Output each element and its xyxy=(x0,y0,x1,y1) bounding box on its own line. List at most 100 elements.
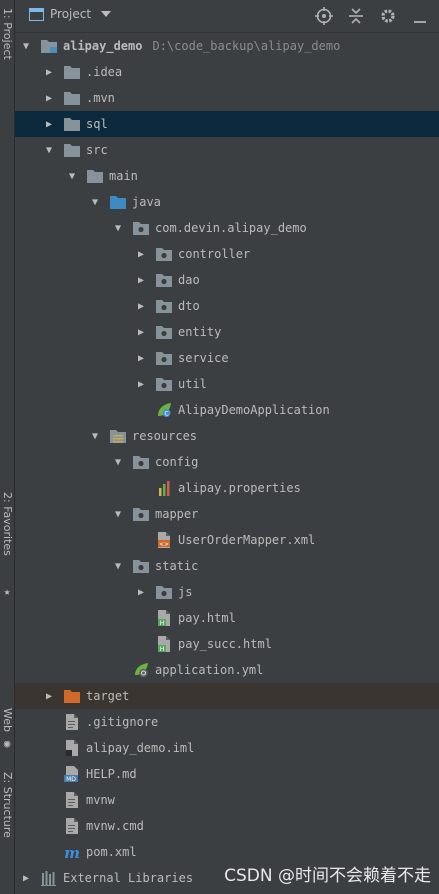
project-title: Project xyxy=(50,7,92,21)
expanded-arrow-icon[interactable]: ▼ xyxy=(113,561,123,572)
tree-row-idea[interactable]: ▶ .idea xyxy=(15,59,439,85)
tab-favorites[interactable]: 2: Favorites xyxy=(0,492,14,587)
spring-app-icon: C xyxy=(156,402,172,418)
tree-row-js[interactable]: ▶ js xyxy=(15,579,439,605)
tree-row-userordermapper-xml[interactable]: <> UserOrderMapper.xml xyxy=(15,527,439,553)
tree-item-label: dto xyxy=(178,299,200,313)
expanded-arrow-icon[interactable]: ▼ xyxy=(44,145,54,156)
tree-row-java[interactable]: ▼ java xyxy=(15,189,439,215)
tree-row-pay-html[interactable]: Hpay.html xyxy=(15,605,439,631)
tree-item-label: External Libraries xyxy=(63,871,194,885)
tree-row-com-devin-alipay-demo[interactable]: ▼ com.devin.alipay_demo xyxy=(15,215,439,241)
maven-file-icon: m xyxy=(64,844,80,860)
tree-row-sql[interactable]: ▶ sql xyxy=(15,111,439,137)
tree-row-src[interactable]: ▼ src xyxy=(15,137,439,163)
package-icon xyxy=(156,246,172,262)
tree-item-label: config xyxy=(155,455,199,469)
collapsed-arrow-icon[interactable]: ▶ xyxy=(136,327,146,338)
collapsed-arrow-icon[interactable]: ▶ xyxy=(21,873,31,884)
tree-item-label: alipay_demo xyxy=(63,39,143,53)
folder-icon xyxy=(64,64,80,80)
tree-row-target[interactable]: ▶ target xyxy=(15,683,439,709)
tree-row-controller[interactable]: ▶ controller xyxy=(15,241,439,267)
expanded-arrow-icon[interactable]: ▼ xyxy=(113,457,123,468)
tree-row-pay-succ-html[interactable]: Hpay_succ.html xyxy=(15,631,439,657)
collapsed-arrow-icon[interactable]: ▶ xyxy=(136,301,146,312)
expanded-arrow-icon[interactable]: ▼ xyxy=(90,197,100,208)
collapsed-arrow-icon[interactable]: ▶ xyxy=(44,93,54,104)
package-icon xyxy=(156,350,172,366)
tree-row-static[interactable]: ▼ static xyxy=(15,553,439,579)
package-icon xyxy=(133,454,149,470)
svg-text:m: m xyxy=(64,844,80,860)
collapsed-arrow-icon[interactable]: ▶ xyxy=(136,275,146,286)
folder-icon xyxy=(87,168,103,184)
tree-row-mvnw[interactable]: mvnw xyxy=(15,787,439,813)
tree-row-service[interactable]: ▶ service xyxy=(15,345,439,371)
package-icon xyxy=(156,298,172,314)
tree-row-main[interactable]: ▼ main xyxy=(15,163,439,189)
tab-project[interactable]: 1: Project xyxy=(0,8,14,100)
expanded-arrow-icon[interactable]: ▼ xyxy=(67,171,77,182)
expanded-arrow-icon[interactable]: ▼ xyxy=(90,431,100,442)
tree-row-resources[interactable]: ▼ resources xyxy=(15,423,439,449)
tree-row-alipay-demo-iml[interactable]: alipay_demo.iml xyxy=(15,735,439,761)
tree-row-mapper[interactable]: ▼ mapper xyxy=(15,501,439,527)
left-tool-strip: 1: Project 2: Favorites ★ Web ◉ Z: Struc… xyxy=(0,0,15,894)
tree-row-application-yml[interactable]: application.yml xyxy=(15,657,439,683)
project-view-selector[interactable]: Project xyxy=(29,7,112,21)
html-file-icon: H xyxy=(156,610,172,626)
collapsed-arrow-icon[interactable]: ▶ xyxy=(44,119,54,130)
globe-icon: ◉ xyxy=(3,737,11,750)
tab-structure[interactable]: Z: Structure xyxy=(0,772,14,862)
locate-icon[interactable] xyxy=(313,5,335,27)
collapsed-arrow-icon[interactable]: ▶ xyxy=(136,353,146,364)
tab-web[interactable]: Web xyxy=(0,708,14,738)
collapsed-arrow-icon[interactable]: ▶ xyxy=(136,249,146,260)
libraries-icon xyxy=(41,870,57,886)
text-file-icon xyxy=(64,714,80,730)
tree-row-dao[interactable]: ▶ dao xyxy=(15,267,439,293)
tree-row-entity[interactable]: ▶ entity xyxy=(15,319,439,345)
expanded-arrow-icon[interactable]: ▼ xyxy=(21,41,31,52)
tree-item-label: resources xyxy=(132,429,198,443)
expanded-arrow-icon[interactable]: ▼ xyxy=(113,509,123,520)
module-path: D:\code_backup\alipay_demo xyxy=(152,39,341,53)
expanded-arrow-icon[interactable]: ▼ xyxy=(113,223,123,234)
tree-row-dto[interactable]: ▶ dto xyxy=(15,293,439,319)
svg-text:H: H xyxy=(160,646,165,652)
tree-row-alipaydemoapplication[interactable]: C AlipayDemoApplication xyxy=(15,397,439,423)
project-tree: ▼ alipay_demo D:\code_backup\alipay_demo ▶.… xyxy=(15,33,439,894)
resources-folder-icon xyxy=(110,428,126,444)
tree-row-alipay-properties[interactable]: alipay.properties xyxy=(15,475,439,501)
package-icon xyxy=(133,506,149,522)
collapsed-arrow-icon[interactable]: ▶ xyxy=(44,67,54,78)
tree-row-util[interactable]: ▶ util xyxy=(15,371,439,397)
tree-row-mvn[interactable]: ▶ .mvn xyxy=(15,85,439,111)
folder-icon xyxy=(64,142,80,158)
collapsed-arrow-icon[interactable]: ▶ xyxy=(136,379,146,390)
tree-item-label: mapper xyxy=(155,507,199,521)
tree-item-label: sql xyxy=(86,117,108,131)
svg-text:H: H xyxy=(160,620,165,626)
tree-row-mvnw-cmd[interactable]: mvnw.cmd xyxy=(15,813,439,839)
module-folder-icon xyxy=(41,38,57,54)
xml-file-icon: <> xyxy=(156,532,172,548)
tree-row-help-md[interactable]: MD HELP.md xyxy=(15,761,439,787)
collapsed-arrow-icon[interactable]: ▶ xyxy=(136,587,146,598)
gear-icon[interactable] xyxy=(377,5,399,27)
tree-row-gitignore[interactable]: .gitignore xyxy=(15,709,439,735)
collapsed-arrow-icon[interactable]: ▶ xyxy=(44,691,54,702)
tree-item-label: .gitignore xyxy=(86,715,159,729)
tree-item-label: application.yml xyxy=(155,663,264,677)
package-icon xyxy=(156,324,172,340)
tree-row-config[interactable]: ▼ config xyxy=(15,449,439,475)
tree-item-label: alipay_demo.iml xyxy=(86,741,195,755)
package-icon xyxy=(156,584,172,600)
hide-icon[interactable] xyxy=(409,5,431,27)
collapse-all-icon[interactable] xyxy=(345,5,367,27)
package-icon xyxy=(156,272,172,288)
text-file-icon xyxy=(64,792,80,808)
tree-item-label: alipay.properties xyxy=(178,481,301,495)
tree-row-alipay-demo[interactable]: ▼ alipay_demo D:\code_backup\alipay_demo xyxy=(15,33,439,59)
